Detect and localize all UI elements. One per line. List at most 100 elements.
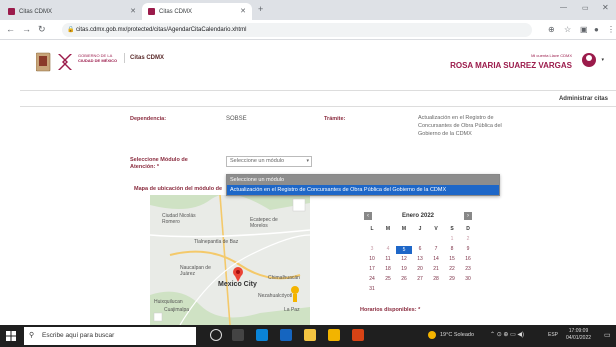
tramite-label: Trámite: xyxy=(324,116,346,122)
taskbar-search-input[interactable]: ⚲ Escribe aquí para buscar xyxy=(24,327,196,345)
close-window-icon[interactable]: ✕ xyxy=(602,3,609,12)
account-link[interactable]: Mi cuenta Llave CDMX xyxy=(531,53,572,58)
taskbar-clock[interactable]: 17:09:09 04/01/2022 xyxy=(566,328,591,342)
url-input[interactable]: 🔒 citas.cdmx.gob.mx/protected/citas/Agen… xyxy=(62,23,532,37)
divider xyxy=(20,106,616,107)
calendar-day[interactable]: 20 xyxy=(412,266,428,272)
close-tab-icon[interactable]: ✕ xyxy=(240,7,246,15)
cortana-icon[interactable] xyxy=(210,329,222,341)
calendar-day[interactable]: 27 xyxy=(412,276,428,282)
calendar-day[interactable]: 1 xyxy=(444,236,460,242)
calendar-day[interactable]: 24 xyxy=(364,276,380,282)
calendar-day[interactable]: 12 xyxy=(396,256,412,262)
new-tab-icon[interactable]: + xyxy=(258,4,263,14)
edge-icon[interactable] xyxy=(256,329,268,341)
map-label-3: Naucalpan de Juárez xyxy=(180,265,211,277)
browser-tab-bar: Citas CDMX ✕ Citas CDMX ✕ + — ▭ ✕ xyxy=(0,0,616,20)
administrar-citas-link[interactable]: Administrar citas xyxy=(559,96,608,102)
calendar-day[interactable]: 9 xyxy=(460,246,476,252)
dropdown-option-0[interactable]: Seleccione un módulo xyxy=(227,175,499,185)
calendar-day[interactable]: 14 xyxy=(428,256,444,262)
calendar-day[interactable]: 21 xyxy=(428,266,444,272)
calendar-day[interactable]: 3 xyxy=(364,246,380,252)
forward-icon[interactable]: → xyxy=(22,24,31,34)
back-icon[interactable]: ← xyxy=(6,24,15,34)
dependencia-value: SOBSE xyxy=(226,116,247,122)
site-header: GOBIERNO DE LA CIUDAD DE MÉXICO Citas CD… xyxy=(0,41,616,89)
calendar-day[interactable]: 7 xyxy=(428,246,444,252)
weather-text[interactable]: 19°C Soleado xyxy=(440,332,474,338)
calendar-day[interactable]: 15 xyxy=(444,256,460,262)
avatar-icon[interactable] xyxy=(582,53,596,67)
file-explorer-icon[interactable] xyxy=(304,329,316,341)
calendar-day[interactable]: 25 xyxy=(380,276,396,282)
calendar-day[interactable]: 5 xyxy=(396,246,412,254)
chevron-down-icon[interactable]: ▾ xyxy=(601,57,604,63)
calendar-day[interactable]: 30 xyxy=(460,276,476,282)
search-placeholder: Escribe aquí para buscar xyxy=(42,332,115,339)
map-label-2: Tlalnepantla de Baz xyxy=(194,239,239,245)
calendar-day[interactable]: 13 xyxy=(412,256,428,262)
calendar-dow: J xyxy=(418,226,422,232)
calendar-day[interactable]: 18 xyxy=(380,266,396,272)
taskbar: ⚲ Escribe aquí para buscar 19°C Soleado … xyxy=(0,325,616,347)
calendar-day[interactable]: 2 xyxy=(460,236,476,242)
calendar-day[interactable]: 31 xyxy=(364,286,380,292)
bookmark-star-icon[interactable]: ☆ xyxy=(564,25,571,34)
menu-kebab-icon[interactable]: ⋮ xyxy=(607,25,615,34)
calendar-day[interactable]: 26 xyxy=(396,276,412,282)
calendar-day[interactable]: 16 xyxy=(460,256,476,262)
calendar-day[interactable]: 23 xyxy=(460,266,476,272)
map-label-9: Cuajimalpa xyxy=(164,307,190,313)
dropdown-option-1[interactable]: Actualización en el Registro de Concursa… xyxy=(227,185,499,195)
next-month-icon[interactable]: › xyxy=(464,212,472,220)
tramite-value: Actualización en el Registro de Concursa… xyxy=(418,115,502,137)
clock-date: 04/01/2022 xyxy=(566,335,592,341)
calendar-day[interactable]: 11 xyxy=(380,256,396,262)
browser-tab-1[interactable]: Citas CDMX ✕ xyxy=(2,3,142,20)
mail-icon[interactable] xyxy=(280,329,292,341)
modulo-select[interactable]: Seleccione un módulo ▾ xyxy=(226,156,312,167)
calendar-month: Enero 2022 xyxy=(401,213,435,219)
reload-icon[interactable]: ↻ xyxy=(38,24,46,35)
language-indicator[interactable]: ESP xyxy=(548,332,558,338)
brand-bottom: CIUDAD DE MÉXICO xyxy=(78,58,118,63)
calendar-dow: V xyxy=(434,226,438,232)
calendar-day[interactable]: 29 xyxy=(444,276,460,282)
map-label-6: Nezahualcóyotl xyxy=(258,293,293,299)
modulo-label: Seleccione Módulo de Atención: * xyxy=(130,157,188,170)
calendar-dow: D xyxy=(466,226,470,232)
windows-start-icon[interactable] xyxy=(6,331,16,341)
tray-icons[interactable]: ⌃ ⊙ ⊕ ▭ ◀) xyxy=(490,331,524,338)
app-icon[interactable] xyxy=(352,329,364,341)
calendar-day[interactable]: 22 xyxy=(444,266,460,272)
maximize-icon[interactable]: ▭ xyxy=(582,4,589,12)
calendar-dow: S xyxy=(450,226,454,232)
map-label-4: Mexico City xyxy=(218,281,257,288)
browser-tab-2[interactable]: Citas CDMX ✕ xyxy=(142,3,252,20)
map-label-1: Ecatepec de Morelos xyxy=(250,217,278,229)
calendar-day[interactable]: 8 xyxy=(444,246,460,252)
notification-icon[interactable]: ▭ xyxy=(604,331,611,339)
date-calendar: ‹ Enero 2022 › L M M J V S D 1 2 3 4 5 6 7 8 9 10 11 12 13 1… xyxy=(362,210,474,302)
horarios-label: Horarios disponibles: * xyxy=(360,307,421,313)
profile-icon[interactable]: ● xyxy=(594,25,599,34)
calendar-day[interactable]: 17 xyxy=(364,266,380,272)
minimize-icon[interactable]: — xyxy=(560,4,567,11)
close-tab-icon[interactable]: ✕ xyxy=(130,7,136,15)
task-view-icon[interactable] xyxy=(232,329,244,341)
extension-icon[interactable]: ⊕ xyxy=(548,25,555,34)
reading-list-icon[interactable]: ▣ xyxy=(580,25,588,34)
tab-title: Citas CDMX xyxy=(159,8,193,15)
map-label: Mapa de ubicación del módulo de xyxy=(134,186,223,192)
calendar-day[interactable]: 10 xyxy=(364,256,380,262)
location-map[interactable]: Ciudad Nicolás Romero Ecatepec de Morelo… xyxy=(150,195,310,325)
calendar-day[interactable]: 4 xyxy=(380,246,396,252)
calendar-day[interactable]: 19 xyxy=(396,266,412,272)
app-name[interactable]: Citas CDMX xyxy=(124,53,164,63)
url-text: citas.cdmx.gob.mx/protected/citas/Agenda… xyxy=(76,27,247,33)
calendar-day[interactable]: 6 xyxy=(412,246,428,252)
chrome-icon[interactable] xyxy=(328,329,340,341)
calendar-day[interactable]: 28 xyxy=(428,276,444,282)
tab-title: Citas CDMX xyxy=(19,8,53,15)
